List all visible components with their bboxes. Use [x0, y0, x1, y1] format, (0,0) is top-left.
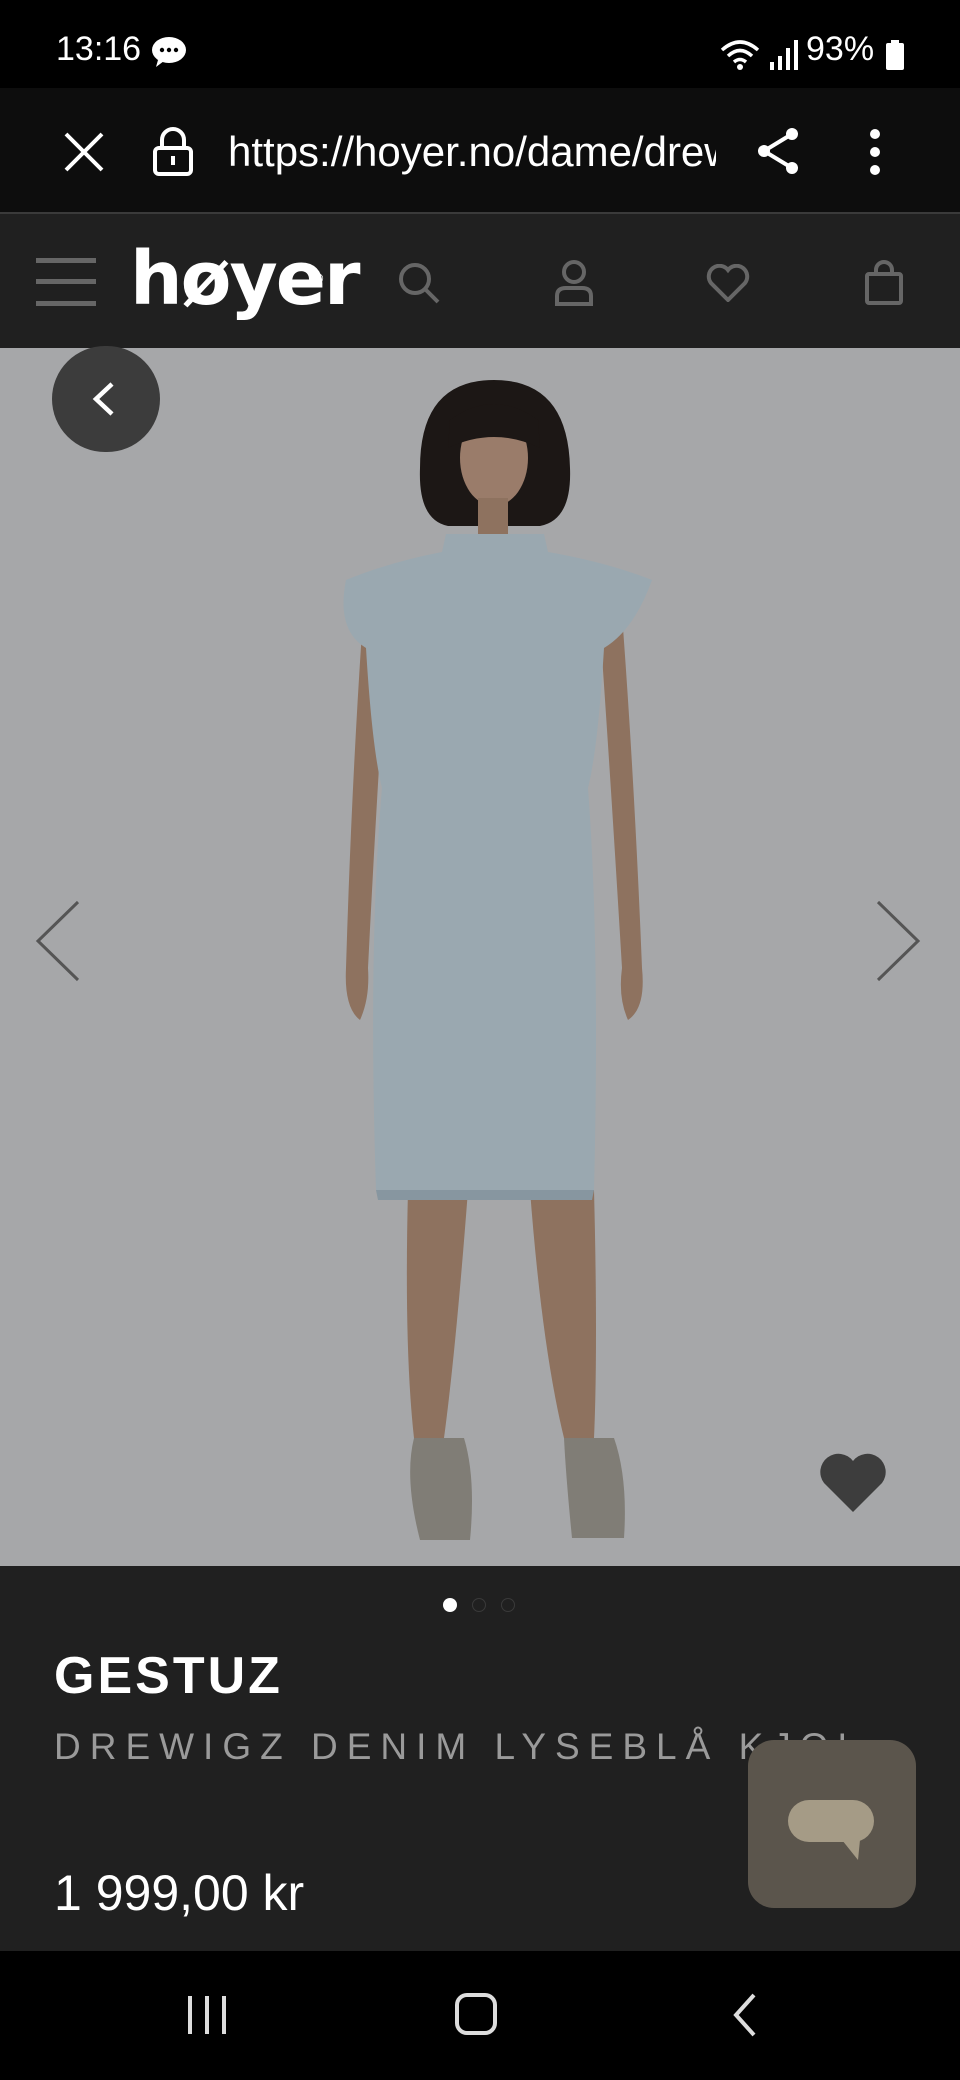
chat-icon — [788, 1800, 874, 1860]
bag-icon[interactable] — [864, 260, 904, 306]
more-vert-icon[interactable] — [868, 128, 882, 176]
menu-icon[interactable] — [36, 256, 96, 308]
carousel-dot[interactable] — [472, 1598, 486, 1612]
recents-icon[interactable] — [186, 1994, 228, 2036]
carousel-dot[interactable] — [501, 1598, 515, 1612]
back-icon[interactable] — [730, 1992, 760, 2038]
status-time: 13:16 — [56, 30, 142, 68]
close-icon[interactable] — [62, 130, 106, 174]
product-image[interactable] — [0, 348, 960, 1566]
wishlist-icon[interactable] — [706, 264, 750, 302]
home-icon[interactable] — [454, 1992, 498, 2036]
model-photo — [343, 380, 652, 1540]
share-icon[interactable] — [756, 126, 802, 176]
back-button[interactable] — [52, 346, 160, 452]
site-logo[interactable]: høyer — [130, 236, 360, 322]
chat-button[interactable] — [748, 1740, 916, 1908]
chevron-left-icon — [92, 382, 114, 416]
url-field[interactable]: https://hoyer.no/dame/drewigz — [228, 128, 716, 176]
signal-icon — [720, 40, 798, 70]
search-icon[interactable] — [398, 262, 440, 304]
product-price: 1 999,00 kr — [54, 1865, 305, 1921]
battery-percentage: 93% — [806, 30, 875, 68]
chat-bubble-icon — [152, 37, 186, 67]
brand-name[interactable]: GESTUZ — [54, 1646, 283, 1706]
registered-mark: ® — [313, 270, 324, 286]
add-to-wishlist-button[interactable] — [816, 1452, 890, 1516]
carousel-dot-active[interactable] — [443, 1598, 457, 1612]
battery-icon — [886, 40, 904, 70]
lock-icon[interactable] — [152, 126, 194, 176]
next-image-button[interactable] — [870, 898, 926, 984]
user-icon[interactable] — [554, 260, 594, 306]
product-name: DREWIGZ DENIM LYSEBLÅ KJOLE — [54, 1726, 864, 1767]
prev-image-button[interactable] — [30, 898, 86, 984]
